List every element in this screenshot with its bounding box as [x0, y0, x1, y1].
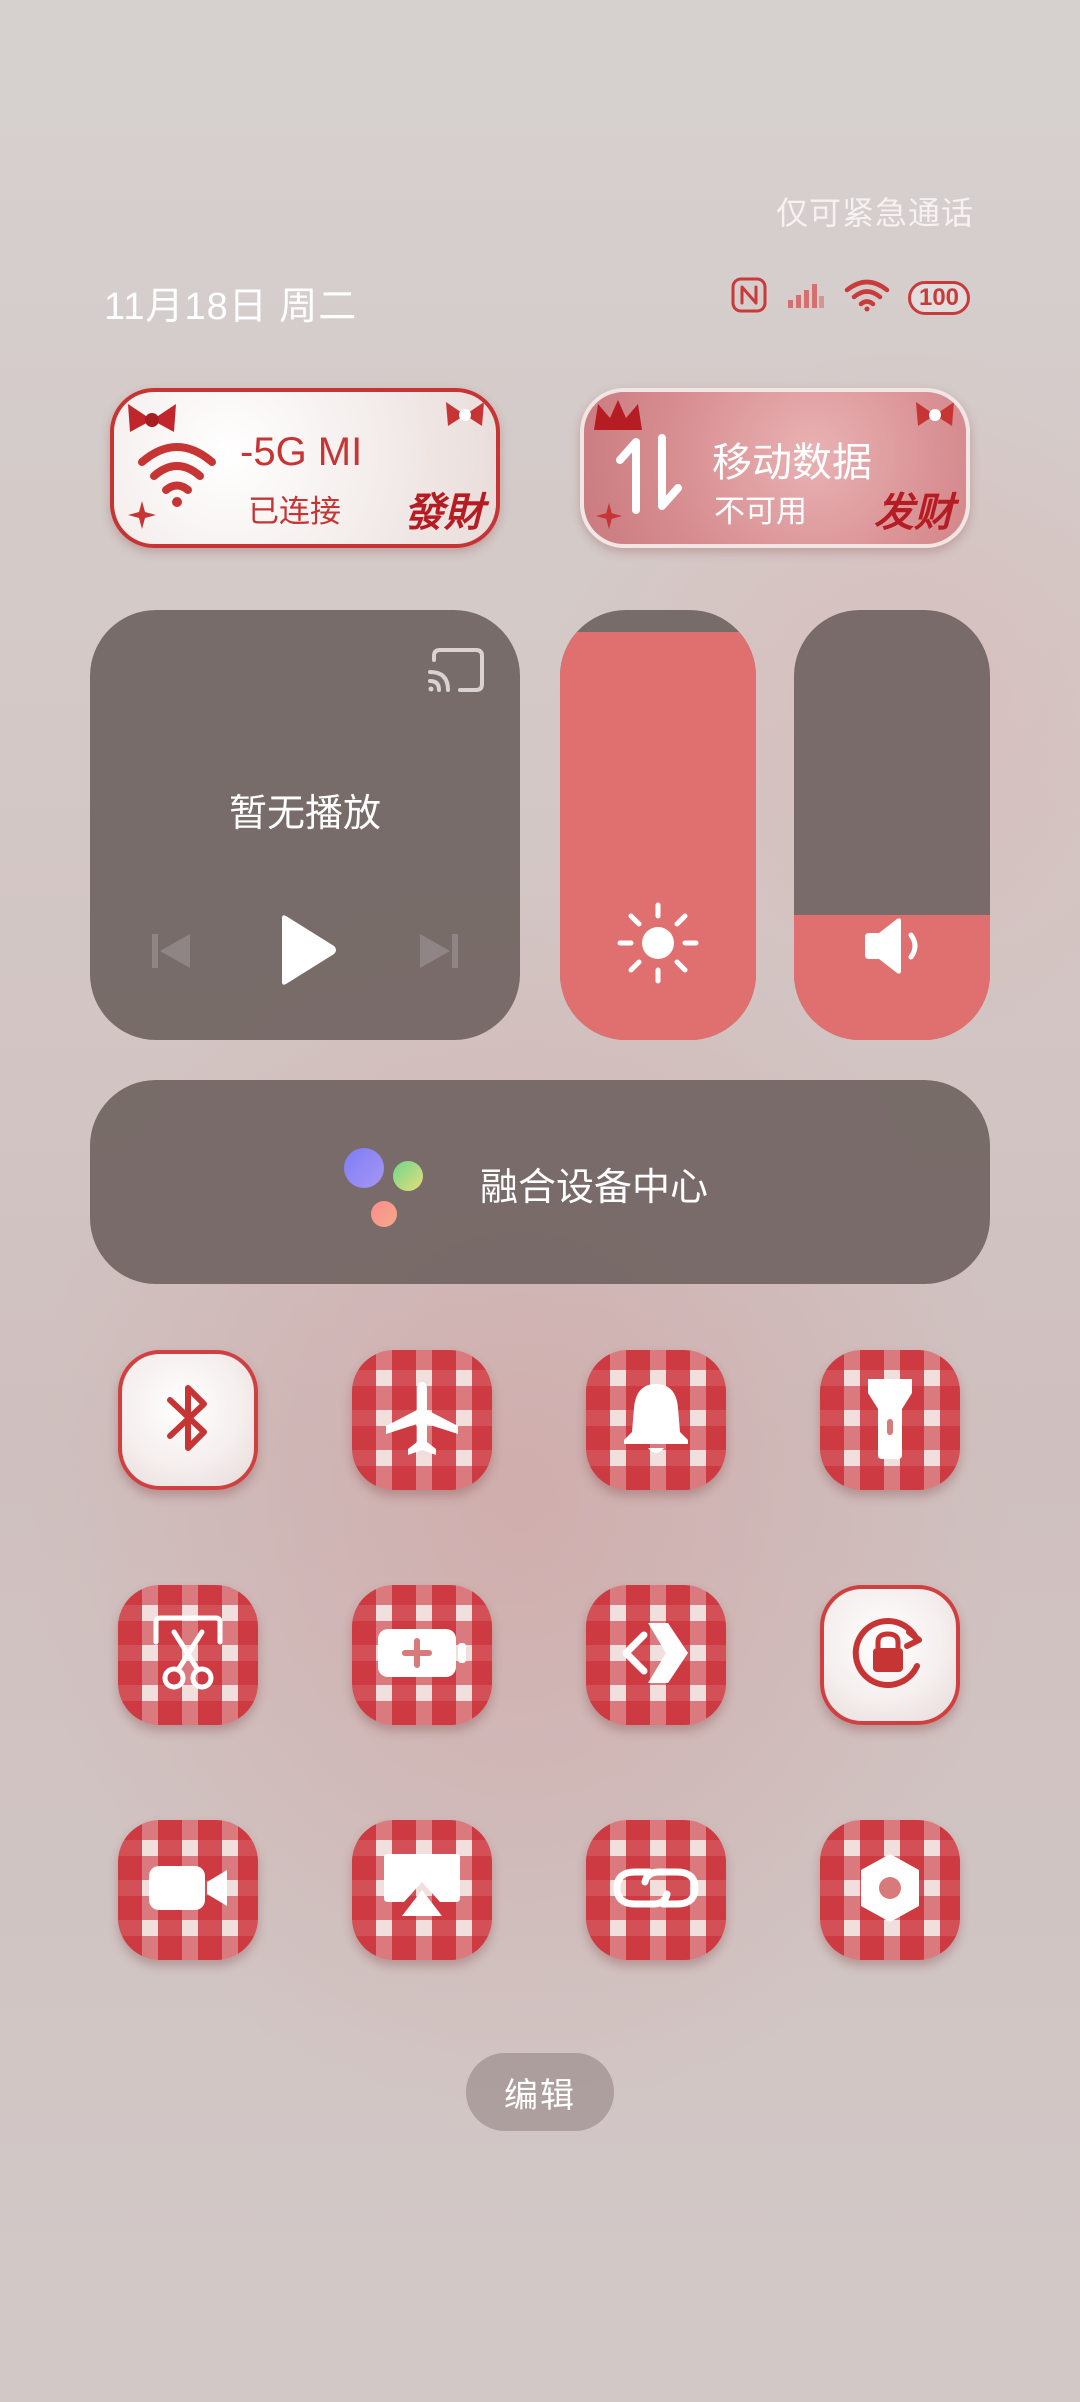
battery-saver-toggle[interactable]	[352, 1585, 492, 1725]
cast-icon[interactable]	[426, 646, 486, 701]
battery-saver-icon	[374, 1625, 470, 1686]
volume-slider[interactable]	[794, 610, 990, 1040]
device-center-label: 融合设备中心	[480, 1167, 709, 1209]
play-icon[interactable]	[274, 912, 340, 993]
link-icon	[611, 1858, 701, 1923]
bell-icon	[620, 1378, 692, 1463]
link-share-toggle[interactable]	[586, 1820, 726, 1960]
mobile-data-title: 移动数据	[712, 441, 872, 485]
mobile-data-status: 不可用	[714, 494, 807, 529]
wifi-icon	[844, 278, 890, 317]
sparkle-icon	[126, 499, 158, 536]
device-center-logo-icon	[342, 1146, 438, 1235]
bluetooth-toggle[interactable]	[118, 1350, 258, 1490]
signal-icon	[786, 280, 826, 315]
video-camera-icon	[145, 1860, 231, 1921]
settings-toggle[interactable]	[820, 1820, 960, 1960]
ring-mode-toggle[interactable]	[586, 1350, 726, 1490]
nearby-share-icon	[618, 1615, 694, 1696]
date-label: 11月18日 周二	[104, 286, 358, 328]
wifi-tile[interactable]: -5G MI 已连接 發財	[110, 388, 500, 548]
nearby-share-toggle[interactable]	[586, 1585, 726, 1725]
flashlight-toggle[interactable]	[820, 1350, 960, 1490]
rotation-lock-toggle[interactable]	[820, 1585, 960, 1725]
bow-decoration-icon	[912, 398, 958, 437]
emergency-calls-only: 仅可紧急通话	[775, 195, 974, 231]
screen-cast-icon	[380, 1850, 464, 1931]
media-status-text: 暂无播放	[228, 793, 381, 835]
brightness-icon	[616, 901, 700, 990]
airplane-icon	[382, 1378, 462, 1463]
wifi-ssid: -5G MI	[240, 430, 363, 474]
fortune-decoration: 发财	[874, 489, 954, 536]
settings-hexagon-icon	[855, 1850, 925, 1931]
nfc-icon	[730, 276, 768, 319]
previous-track-icon[interactable]	[146, 926, 196, 981]
airplane-mode-toggle[interactable]	[352, 1350, 492, 1490]
flashlight-icon	[862, 1375, 918, 1466]
volume-icon	[857, 911, 927, 986]
screenshot-toggle[interactable]	[118, 1585, 258, 1725]
media-player-card[interactable]: 暂无播放	[90, 610, 520, 1040]
screenshot-scissors-icon	[150, 1612, 226, 1699]
brightness-slider[interactable]	[560, 610, 756, 1040]
screen-record-toggle[interactable]	[118, 1820, 258, 1960]
device-center-card[interactable]: 融合设备中心	[90, 1080, 990, 1284]
battery-icon: 100	[908, 280, 970, 315]
next-track-icon[interactable]	[414, 926, 464, 981]
bow-decoration-icon	[442, 398, 488, 437]
mobile-data-tile[interactable]: 移动数据 不可用 发财	[580, 388, 970, 548]
rotation-lock-icon	[847, 1610, 933, 1701]
bluetooth-icon	[158, 1380, 218, 1461]
status-icons: 100	[730, 276, 970, 319]
edit-button[interactable]: 编辑	[466, 2053, 614, 2131]
fortune-decoration: 發財	[404, 489, 484, 536]
screen-cast-toggle[interactable]	[352, 1820, 492, 1960]
wifi-status: 已连接	[248, 494, 341, 529]
data-transfer-icon	[614, 434, 684, 519]
sparkle-icon	[594, 501, 624, 536]
